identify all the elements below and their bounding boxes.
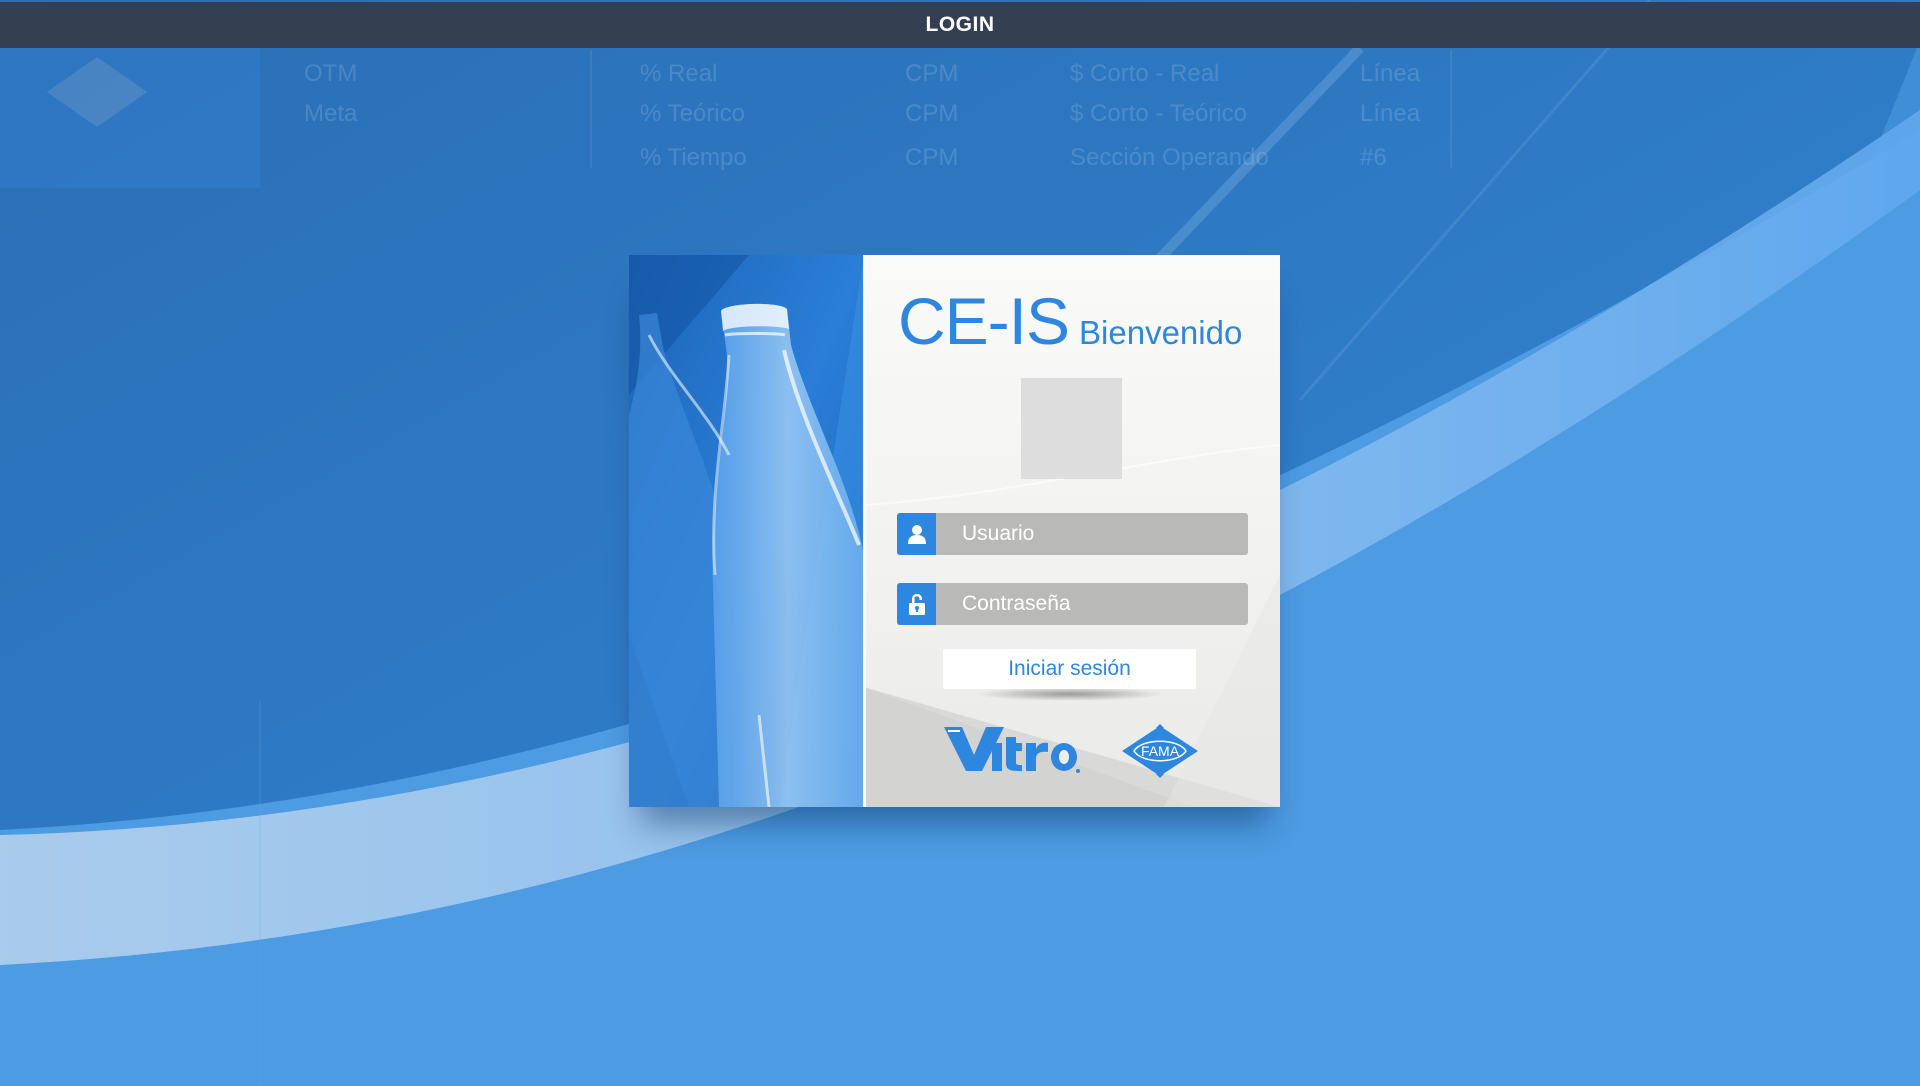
app-name: CE-IS bbox=[898, 284, 1070, 358]
background-fama-icon bbox=[47, 57, 147, 127]
background-cell: CPM bbox=[905, 100, 959, 127]
background-cell: % Teórico bbox=[640, 100, 745, 127]
bottle-illustration-panel bbox=[629, 255, 864, 807]
fama-logo-text: FAMA bbox=[1141, 743, 1180, 759]
background-cell: $ Corto - Real bbox=[1070, 60, 1220, 87]
background-cell: % Tiempo bbox=[640, 144, 747, 171]
login-button-shadow bbox=[975, 687, 1165, 701]
avatar-placeholder bbox=[1021, 378, 1122, 479]
vitro-logo bbox=[942, 723, 1082, 780]
fama-logo: FAMA bbox=[1120, 724, 1200, 783]
background-cell: Línea bbox=[1360, 60, 1421, 87]
card-divider bbox=[863, 255, 866, 807]
login-form-panel: CE-IS Bienvenido Usuario Iniciar sesión … bbox=[864, 255, 1280, 807]
background-divider bbox=[590, 50, 592, 168]
password-field bbox=[897, 583, 1248, 625]
background-dashboard-header: OTM Meta % Real % Teórico % Tiempo CPM C… bbox=[0, 48, 1920, 190]
bottle-illustration bbox=[629, 255, 864, 807]
background-logo-box bbox=[0, 48, 260, 188]
background-cell: CPM bbox=[905, 60, 959, 87]
background-cell: $ Corto - Teórico bbox=[1070, 100, 1247, 127]
background-cell: Meta bbox=[304, 100, 358, 127]
user-icon bbox=[897, 513, 936, 555]
background-cell: #6 bbox=[1360, 144, 1387, 171]
background-cell: Sección Operando bbox=[1070, 144, 1269, 171]
fama-logo-icon: FAMA bbox=[1122, 724, 1198, 778]
title-bar: LOGIN bbox=[0, 2, 1920, 48]
login-screen: OTM Meta % Real % Teórico % Tiempo CPM C… bbox=[0, 0, 1920, 1086]
background-cell: CPM bbox=[905, 144, 959, 171]
vitro-logo-icon bbox=[944, 727, 1080, 773]
window-title: LOGIN bbox=[925, 13, 995, 36]
background-cell: Línea bbox=[1360, 100, 1421, 127]
lock-icon bbox=[897, 583, 936, 625]
username-field bbox=[897, 513, 1248, 555]
login-button[interactable]: Iniciar sesión bbox=[943, 649, 1196, 689]
background-cell: OTM bbox=[304, 60, 358, 87]
login-title: CE-IS Bienvenido bbox=[898, 283, 1242, 359]
username-input[interactable] bbox=[936, 513, 1248, 555]
password-input[interactable] bbox=[936, 583, 1248, 625]
background-cell: % Real bbox=[640, 60, 718, 87]
background-divider bbox=[1450, 50, 1452, 168]
welcome-text: Bienvenido bbox=[1079, 314, 1243, 351]
login-card: CE-IS Bienvenido Usuario Iniciar sesión … bbox=[629, 255, 1280, 807]
